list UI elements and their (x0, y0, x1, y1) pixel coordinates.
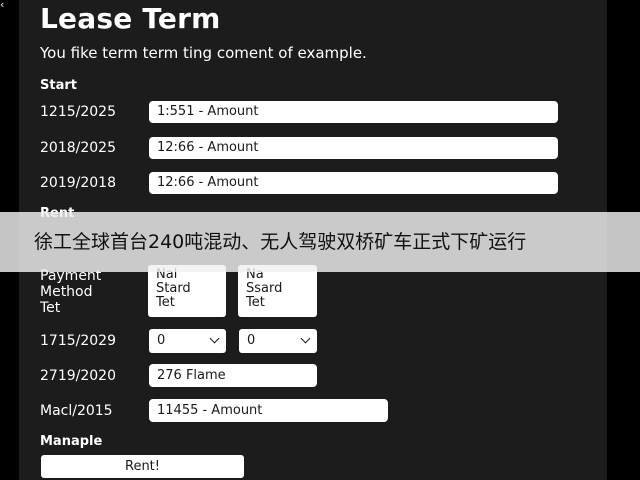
card-2-line-2: Ssard (246, 281, 283, 296)
payment-label-line-3: Tet (40, 300, 61, 316)
card-2-line-3: Tet (246, 295, 265, 310)
amount-row-label: Macl/2015 (40, 403, 113, 419)
start-row-3-label: 2019/2018 (40, 175, 116, 191)
page-title: Lease Term (40, 2, 221, 35)
amount-input[interactable]: 11455 - Amount (149, 399, 388, 422)
chevron-down-icon (300, 333, 311, 344)
select-1-value: 0 (157, 333, 166, 348)
card-1-line-2: Stard (156, 281, 191, 296)
payment-option-card-1[interactable]: Nal Stard Tet (148, 265, 226, 317)
rent-button[interactable]: Rent! (41, 455, 244, 478)
select-dropdown-1[interactable]: 0 (149, 329, 226, 353)
flame-row-label: 2719/2020 (40, 368, 116, 384)
payment-option-card-2[interactable]: Na Ssard Tet (238, 265, 317, 317)
select-2-value: 0 (247, 333, 256, 348)
flame-input[interactable]: 276 Flame (149, 364, 317, 387)
banner-text: 徐工全球首台240吨混动、无人驾驶双桥矿车正式下矿运行 (34, 231, 527, 253)
start-row-2-input[interactable]: 12:66 - Amount (149, 137, 558, 159)
page-subtitle: You fike term term ting coment of exampl… (40, 44, 367, 62)
start-row-1-input[interactable]: 1:551 - Amount (149, 101, 558, 123)
select-row-label: 1715/2029 (40, 333, 116, 349)
section-start: Start (40, 78, 77, 93)
section-manaple: Manaple (40, 434, 103, 449)
payment-method-label: Payment Method Tet (40, 268, 101, 316)
caption-banner: 徐工全球首台240吨混动、无人驾驶双桥矿车正式下矿运行 (0, 212, 640, 272)
select-dropdown-2[interactable]: 0 (239, 329, 317, 353)
card-1-line-3: Tet (156, 295, 175, 310)
chevron-down-icon (209, 333, 220, 344)
payment-label-line-2: Method (40, 284, 93, 300)
back-chevron-icon[interactable]: ‹ (0, 0, 10, 12)
start-row-3-input[interactable]: 12:66 - Amount (149, 172, 558, 194)
start-row-2-label: 2018/2025 (40, 140, 116, 156)
start-row-1-label: 1215/2025 (40, 104, 116, 120)
